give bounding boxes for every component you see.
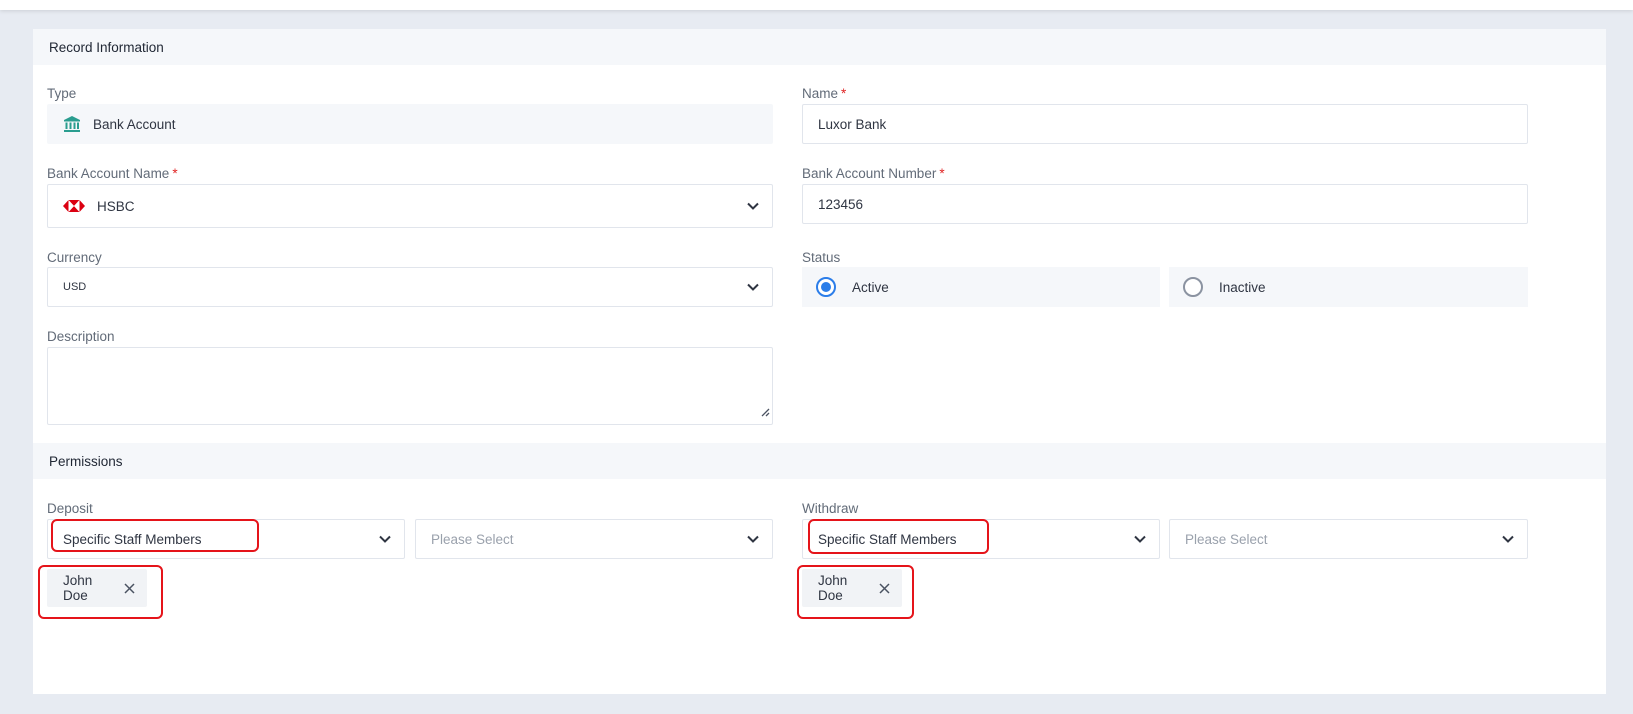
currency-label: Currency xyxy=(47,250,102,265)
chevron-down-icon[interactable] xyxy=(746,532,760,546)
name-label: Name * xyxy=(802,86,846,101)
currency-select[interactable]: USD xyxy=(47,267,773,307)
status-option-label: Inactive xyxy=(1219,279,1266,295)
withdraw-staff-select[interactable]: Please Select xyxy=(1169,519,1528,559)
bank-account-number-value: 123456 xyxy=(818,196,864,212)
bank-icon xyxy=(63,115,81,133)
status-option-inactive[interactable]: Inactive xyxy=(1169,267,1528,307)
deposit-mode-value: Specific Staff Members xyxy=(63,531,202,547)
record-card: Record Information Type Bank Account Nam… xyxy=(33,29,1606,694)
section-title: Record Information xyxy=(49,39,164,55)
chevron-down-icon[interactable] xyxy=(746,199,760,213)
required-marker: * xyxy=(841,86,847,101)
chevron-down-icon[interactable] xyxy=(378,532,392,546)
hsbc-logo-icon xyxy=(63,200,85,212)
status-label: Status xyxy=(802,250,841,265)
chevron-down-icon[interactable] xyxy=(746,280,760,294)
name-input[interactable]: Luxor Bank xyxy=(802,104,1528,144)
radio-unselected-icon[interactable] xyxy=(1183,277,1203,297)
withdraw-staff-chip: John Doe xyxy=(802,569,902,607)
resize-handle-icon[interactable] xyxy=(760,404,770,422)
chip-label: John Doe xyxy=(818,573,848,603)
description-label: Description xyxy=(47,329,115,344)
bank-account-number-input[interactable]: 123456 xyxy=(802,184,1528,224)
section-title: Permissions xyxy=(49,453,123,469)
bank-account-name-label: Bank Account Name * xyxy=(47,166,178,181)
withdraw-staff-placeholder: Please Select xyxy=(1185,531,1268,547)
bank-account-name-select[interactable]: HSBC xyxy=(47,184,773,228)
radio-selected-icon[interactable] xyxy=(816,277,836,297)
status-option-active[interactable]: Active xyxy=(802,267,1160,307)
chip-label: John Doe xyxy=(63,573,93,603)
required-marker: * xyxy=(172,166,178,181)
name-value: Luxor Bank xyxy=(818,116,887,132)
description-textarea[interactable] xyxy=(47,347,773,425)
name-label-text: Name xyxy=(802,86,839,101)
type-label: Type xyxy=(47,86,77,101)
remove-chip-icon[interactable] xyxy=(879,582,890,594)
deposit-staff-chip: John Doe xyxy=(47,569,147,607)
required-marker: * xyxy=(939,166,945,181)
bank-account-number-label-text: Bank Account Number xyxy=(802,166,937,181)
withdraw-mode-value: Specific Staff Members xyxy=(818,531,957,547)
deposit-mode-select[interactable]: Specific Staff Members xyxy=(47,519,405,559)
record-information-header: Record Information xyxy=(33,29,1606,65)
type-value: Bank Account xyxy=(93,116,176,132)
bank-account-number-label: Bank Account Number * xyxy=(802,166,945,181)
chevron-down-icon[interactable] xyxy=(1133,532,1147,546)
withdraw-mode-select[interactable]: Specific Staff Members xyxy=(802,519,1160,559)
permissions-header: Permissions xyxy=(33,443,1606,479)
currency-value: USD xyxy=(63,281,87,293)
deposit-label: Deposit xyxy=(47,501,93,516)
withdraw-label: Withdraw xyxy=(802,501,859,516)
bank-account-name-value: HSBC xyxy=(97,198,135,214)
deposit-staff-select[interactable]: Please Select xyxy=(415,519,773,559)
chevron-down-icon[interactable] xyxy=(1501,532,1515,546)
deposit-staff-placeholder: Please Select xyxy=(431,531,514,547)
status-option-label: Active xyxy=(852,279,889,295)
remove-chip-icon[interactable] xyxy=(124,582,135,594)
top-bar xyxy=(0,0,1633,10)
type-field: Bank Account xyxy=(47,104,773,144)
bank-account-name-label-text: Bank Account Name xyxy=(47,166,170,181)
